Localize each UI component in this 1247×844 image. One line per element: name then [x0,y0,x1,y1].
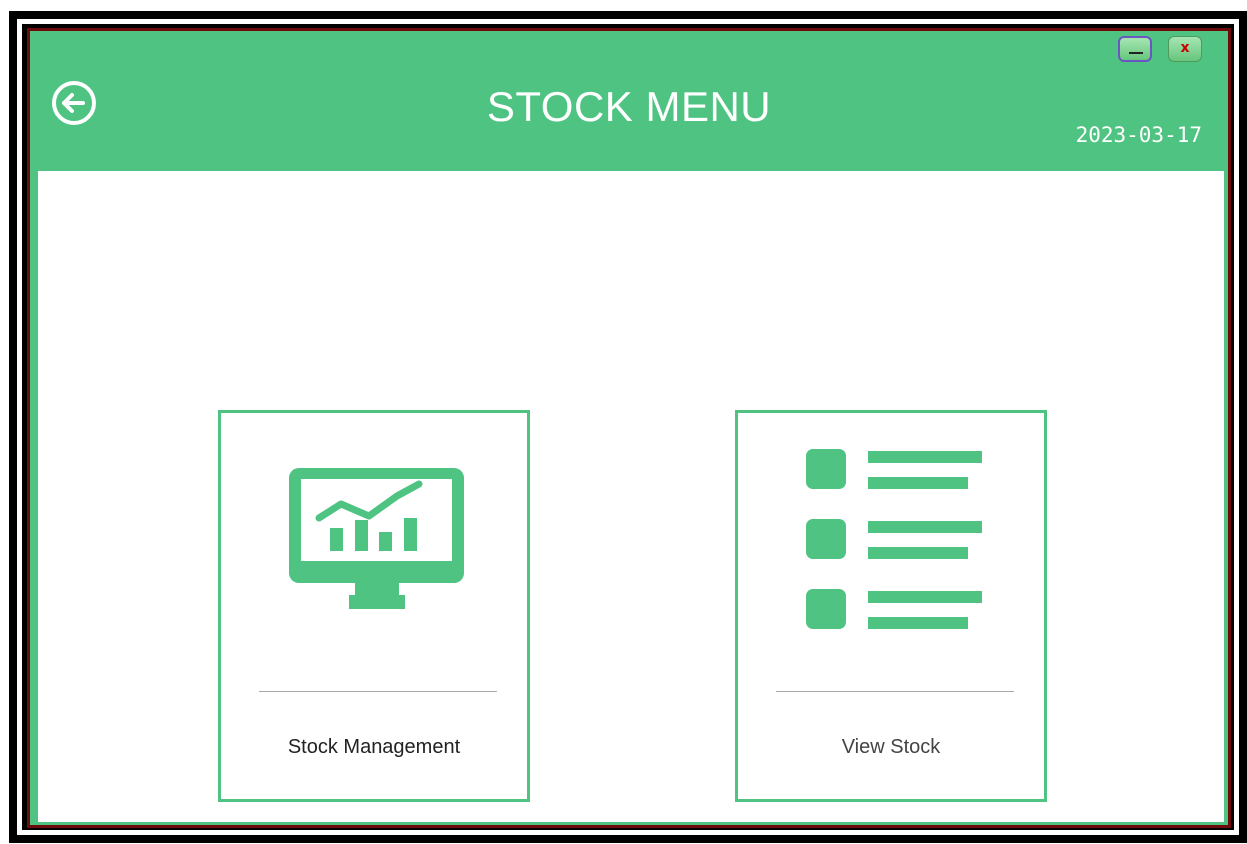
stock-management-card[interactable]: Stock Management [218,410,530,802]
close-button[interactable]: x [1168,36,1202,62]
card-divider [259,691,497,692]
monitor-chart-icon [289,468,464,609]
header-bar: STOCK MENU 2023-03-17 x [30,31,1228,171]
view-stock-label: View Stock [841,736,941,758]
minimize-button[interactable] [1118,36,1152,62]
stock-menu-window: STOCK MENU 2023-03-17 x Stock Management… [30,31,1228,825]
content-area: Stock Management View Stock [38,171,1224,822]
minimize-icon [1129,52,1143,54]
close-icon: x [1180,40,1190,56]
view-stock-card[interactable]: View Stock [735,410,1047,802]
date-label: 2023-03-17 [1075,123,1202,147]
page-title: STOCK MENU [486,83,772,130]
list-icon [806,449,982,629]
card-divider [776,691,1014,692]
stock-management-label: Stock Management [287,736,461,758]
